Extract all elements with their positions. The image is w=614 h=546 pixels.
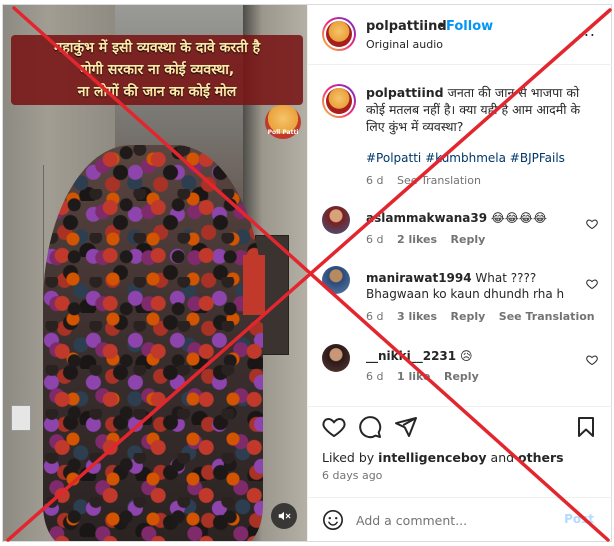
bookmark-icon[interactable] [574, 415, 598, 439]
comment-reply-button[interactable]: Reply [444, 370, 479, 383]
video-caption-line-3: ना लोगों की जान का कोई मोल [77, 83, 237, 100]
video-caption-line-2: योगी सरकार ना कोई व्यवस्था, [79, 61, 235, 78]
post-header: polpattiind • Follow Original audio ... [308, 5, 612, 65]
avatar[interactable] [322, 344, 350, 372]
comment-see-translation[interactable]: See Translation [499, 310, 595, 323]
post-details-panel: polpattiind • Follow Original audio ... … [307, 5, 612, 541]
comment-meta: 6 d 2 likes Reply [366, 233, 495, 246]
emoji-icon[interactable] [322, 509, 344, 531]
share-icon[interactable] [394, 415, 418, 439]
post-video[interactable]: महाकुंभ में इसी व्यवस्था के दावे करती है… [3, 5, 307, 541]
likes-and: and [490, 450, 515, 465]
header-separator: • [438, 19, 446, 34]
comment-body: 😂😂😂😂 [490, 211, 547, 225]
comment-reply-button[interactable]: Reply [451, 233, 486, 246]
avatar[interactable] [322, 17, 356, 51]
caption-meta: 6 d See Translation [366, 174, 491, 187]
heart-icon[interactable] [586, 218, 598, 230]
video-sign [11, 405, 31, 431]
comment-age: 6 d [366, 370, 384, 383]
comment-meta: 6 d 1 like Reply [366, 370, 489, 383]
caption-text: polpattiind जनता की जान से भाजपा को कोई … [366, 84, 596, 135]
mute-button[interactable] [271, 503, 297, 529]
caption-see-translation[interactable]: See Translation [397, 174, 481, 187]
more-horizontal-icon: ... [577, 21, 596, 40]
follow-button[interactable]: Follow [446, 19, 493, 34]
comment-username[interactable]: aslammakwana39 [366, 211, 487, 225]
avatar[interactable] [322, 266, 350, 294]
post-action-bar [308, 406, 612, 446]
comment-body: 😥 [459, 349, 473, 363]
instagram-post-embed: महाकुंभ में इसी व्यवस्था के दावे करती है… [2, 4, 612, 542]
logo-text: Poll Patti [267, 129, 299, 136]
audio-label[interactable]: Original audio [366, 38, 443, 51]
video-crowd [43, 145, 263, 541]
caption-username[interactable]: polpattiind [366, 85, 444, 100]
caption-age: 6 d [366, 174, 384, 187]
more-options-button[interactable]: ... [578, 21, 596, 40]
heart-icon[interactable] [586, 278, 598, 290]
polpatti-logo: Poll Patti [265, 105, 301, 139]
comment-reply-button[interactable]: Reply [451, 310, 486, 323]
heart-icon[interactable] [586, 354, 598, 366]
comment-age: 6 d [366, 233, 384, 246]
video-caption-line-1: महाकुंभ में इसी व्यवस्था के दावे करती है [53, 39, 261, 56]
likes-others-link[interactable]: others [518, 450, 564, 465]
header-username[interactable]: polpattiind [366, 19, 447, 34]
comment-age: 6 d [366, 310, 384, 323]
comment-icon[interactable] [358, 415, 382, 439]
heart-icon[interactable] [322, 415, 346, 439]
comment-username[interactable]: manirawat1994 [366, 271, 472, 285]
comment-text: __nikki__2231 😥 [366, 348, 576, 364]
caption-avatar[interactable] [322, 84, 356, 118]
comment-meta: 6 d 3 likes Reply See Translation [366, 310, 605, 323]
likes-prefix: Liked by [322, 450, 375, 465]
comment-text: manirawat1994 What ???? Bhagwaan ko kaun… [366, 270, 576, 302]
speaker-muted-icon [278, 511, 291, 521]
likes-summary: Liked by intelligenceboy and others [322, 450, 564, 465]
comment-input[interactable] [356, 509, 556, 531]
add-comment-bar: Post [308, 497, 612, 541]
comment-likes[interactable]: 3 likes [397, 310, 437, 323]
comment-likes[interactable]: 1 like [397, 370, 431, 383]
avatar[interactable] [322, 206, 350, 234]
post-comment-button[interactable]: Post [564, 512, 594, 526]
video-poster [243, 255, 265, 315]
comment-username[interactable]: __nikki__2231 [366, 349, 456, 363]
post-timestamp[interactable]: 6 days ago [322, 469, 382, 482]
comments-section: polpattiind जनता की जान से भाजपा को कोई … [308, 66, 612, 406]
caption-hashtags[interactable]: #Polpatti #kumbhmela #BJPFails [366, 151, 565, 165]
comment-text: aslammakwana39 😂😂😂😂 [366, 210, 576, 226]
comment-likes[interactable]: 2 likes [397, 233, 437, 246]
video-caption-overlay: महाकुंभ में इसी व्यवस्था के दावे करती है… [11, 35, 303, 105]
likes-user-link[interactable]: intelligenceboy [378, 450, 486, 465]
